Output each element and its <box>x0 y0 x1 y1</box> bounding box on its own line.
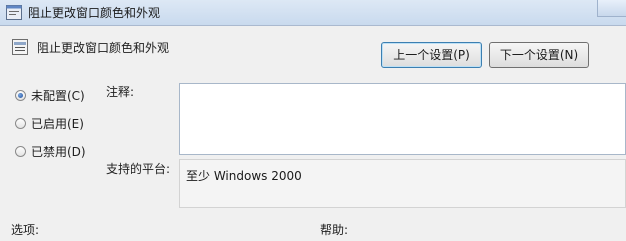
previous-setting-button[interactable]: 上一个设置(P) <box>381 42 482 68</box>
radio-label: 未配置(C) <box>31 88 85 103</box>
title-bar: 阻止更改窗口颜色和外观 <box>0 0 626 26</box>
supported-platform-value: 至少 Windows 2000 <box>186 169 302 183</box>
comment-textarea[interactable] <box>179 83 626 155</box>
window-title: 阻止更改窗口颜色和外观 <box>28 6 161 20</box>
policy-window-icon <box>6 5 22 20</box>
radio-button-icon[interactable] <box>15 117 26 129</box>
radio-label: 已启用(E) <box>31 116 84 131</box>
setting-title: 阻止更改窗口颜色和外观 <box>37 41 170 55</box>
supported-platform-field: 至少 Windows 2000 <box>179 159 626 208</box>
setting-icon <box>12 39 28 55</box>
radio-button-icon[interactable] <box>15 145 26 157</box>
window-controls[interactable] <box>597 0 626 17</box>
options-label: 选项: <box>11 223 40 237</box>
radio-label: 已禁用(D) <box>31 144 86 159</box>
radio-enabled[interactable]: 已启用(E) <box>15 115 84 131</box>
next-setting-button[interactable]: 下一个设置(N) <box>489 42 589 68</box>
radio-disabled[interactable]: 已禁用(D) <box>15 143 86 159</box>
radio-not-configured[interactable]: 未配置(C) <box>15 87 85 103</box>
comment-label: 注释: <box>106 85 135 99</box>
supported-platform-label: 支持的平台: <box>106 162 171 176</box>
radio-button-checked-icon[interactable] <box>15 89 26 101</box>
help-label: 帮助: <box>320 223 349 237</box>
